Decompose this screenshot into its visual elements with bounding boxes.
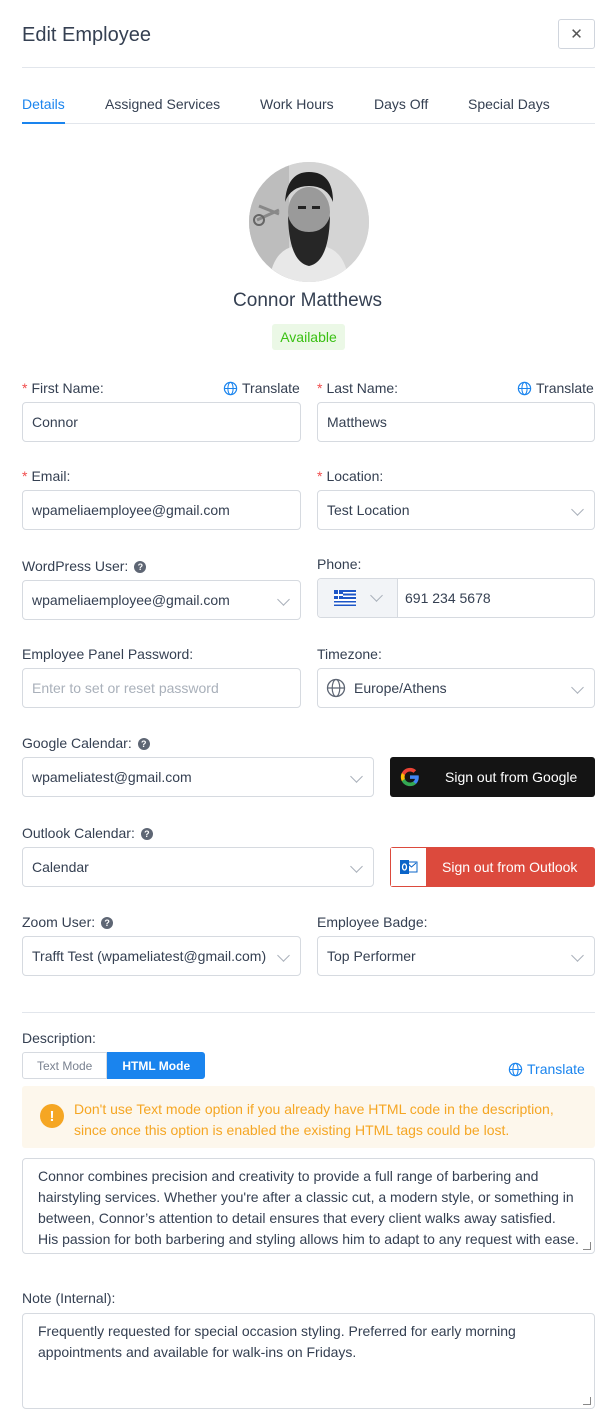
last-name-input[interactable]: Matthews xyxy=(317,402,595,442)
status-badge: Available xyxy=(272,324,345,350)
outlook-icon xyxy=(390,847,427,887)
zoom-user-select[interactable]: Trafft Test (wpameliatest@gmail.com) xyxy=(22,936,301,976)
warning-text: Don't use Text mode option if you alread… xyxy=(74,1101,554,1138)
globe-icon xyxy=(517,381,532,395)
wp-user-value: wpameliaemployee@gmail.com xyxy=(32,592,230,608)
employee-badge-select[interactable]: Top Performer xyxy=(317,936,595,976)
google-sign-out-label: Sign out from Google xyxy=(445,769,578,785)
employee-badge-value: Top Performer xyxy=(327,948,416,964)
description-mode-toggle: Text Mode HTML Mode xyxy=(22,1052,206,1079)
badge-label: Employee Badge: xyxy=(317,914,428,930)
phone-input[interactable]: 691 234 5678 xyxy=(317,578,595,618)
password-input[interactable]: Enter to set or reset password xyxy=(22,668,301,708)
html-mode-button[interactable]: HTML Mode xyxy=(107,1052,206,1079)
chevron-down-icon xyxy=(350,860,363,873)
chevron-down-icon xyxy=(571,503,584,516)
description-textarea[interactable]: Connor combines precision and creativity… xyxy=(22,1158,595,1254)
google-calendar-select[interactable]: wpameliatest@gmail.com xyxy=(22,757,374,797)
close-icon: ✕ xyxy=(570,26,583,43)
tab-special-days[interactable]: Special Days xyxy=(468,96,550,112)
wp-user-label: WordPress User:? xyxy=(22,558,147,574)
outlook-calendar-select[interactable]: Calendar xyxy=(22,847,374,887)
outlook-calendar-label: Outlook Calendar:? xyxy=(22,825,153,841)
zoom-user-value: Trafft Test (wpameliatest@gmail.com) xyxy=(32,948,267,964)
first-name-input[interactable]: Connor xyxy=(22,402,301,442)
first-name-label: * First Name: xyxy=(22,380,104,396)
chevron-down-icon xyxy=(350,770,363,783)
timezone-label: Timezone: xyxy=(317,646,382,662)
modal-header: Edit Employee ✕ xyxy=(22,0,595,68)
html-mode-warning: ! Don't use Text mode option if you alre… xyxy=(22,1086,595,1148)
tab-work-hours[interactable]: Work Hours xyxy=(260,96,334,112)
globe-icon xyxy=(223,381,238,395)
outlook-sign-out-label: Sign out from Outlook xyxy=(442,859,578,875)
description-text: Connor combines precision and creativity… xyxy=(38,1168,579,1247)
resize-handle[interactable] xyxy=(583,1242,591,1250)
description-translate-link[interactable]: Translate xyxy=(508,1061,585,1077)
globe-icon xyxy=(326,678,346,698)
help-icon[interactable]: ? xyxy=(134,561,147,573)
wp-user-select[interactable]: wpameliaemployee@gmail.com xyxy=(22,580,301,620)
google-icon xyxy=(400,767,419,787)
zoom-user-label: Zoom User:? xyxy=(22,914,114,930)
outlook-sign-out-button[interactable]: Sign out from Outlook xyxy=(390,847,595,887)
location-value: Test Location xyxy=(327,502,410,518)
employee-name: Connor Matthews xyxy=(233,290,382,311)
resize-handle[interactable] xyxy=(583,1397,591,1405)
google-calendar-value: wpameliatest@gmail.com xyxy=(32,769,192,785)
outlook-calendar-value: Calendar xyxy=(32,859,89,875)
globe-icon xyxy=(508,1062,523,1076)
close-button[interactable]: ✕ xyxy=(558,19,595,49)
tab-assigned-services[interactable]: Assigned Services xyxy=(105,96,220,112)
password-label: Employee Panel Password: xyxy=(22,646,194,662)
description-label: Description: xyxy=(22,1030,96,1046)
page-title: Edit Employee xyxy=(22,24,151,46)
avatar-image xyxy=(249,162,369,282)
chevron-down-icon xyxy=(370,589,383,602)
help-icon[interactable]: ? xyxy=(101,917,114,929)
email-label: * Email: xyxy=(22,468,71,484)
avatar[interactable] xyxy=(249,162,369,282)
section-divider xyxy=(22,1012,595,1013)
google-sign-out-button[interactable]: Sign out from Google xyxy=(390,757,595,797)
chevron-down-icon xyxy=(571,681,584,694)
location-label: * Location: xyxy=(317,468,384,484)
active-tab-indicator xyxy=(22,122,65,124)
phone-label: Phone: xyxy=(317,556,362,572)
warning-icon: ! xyxy=(40,1104,64,1128)
tab-details[interactable]: Details xyxy=(22,96,65,112)
chevron-down-icon xyxy=(277,949,290,962)
google-calendar-label: Google Calendar:? xyxy=(22,735,150,751)
tab-bar: Details Assigned Services Work Hours Day… xyxy=(22,82,595,124)
chevron-down-icon xyxy=(277,593,290,606)
timezone-select[interactable]: Europe/Athens xyxy=(317,668,595,708)
email-field[interactable]: wpameliaemployee@gmail.com xyxy=(22,490,301,530)
phone-value: 691 234 5678 xyxy=(405,590,491,606)
location-select[interactable]: Test Location xyxy=(317,490,595,530)
timezone-value: Europe/Athens xyxy=(354,680,447,696)
help-icon[interactable]: ? xyxy=(140,828,153,840)
note-text: Frequently requested for special occasio… xyxy=(38,1323,516,1360)
help-icon[interactable]: ? xyxy=(137,738,150,750)
text-mode-button[interactable]: Text Mode xyxy=(22,1052,108,1079)
note-label: Note (Internal): xyxy=(22,1290,116,1306)
password-placeholder: Enter to set or reset password xyxy=(32,680,219,696)
note-textarea[interactable]: Frequently requested for special occasio… xyxy=(22,1313,595,1409)
last-name-label: * Last Name: xyxy=(317,380,399,396)
tab-days-off[interactable]: Days Off xyxy=(374,96,428,112)
chevron-down-icon xyxy=(571,949,584,962)
greece-flag-icon xyxy=(334,590,356,606)
country-code-select[interactable] xyxy=(318,579,398,617)
last-name-translate-link[interactable]: Translate xyxy=(517,380,594,396)
first-name-translate-link[interactable]: Translate xyxy=(223,380,300,396)
